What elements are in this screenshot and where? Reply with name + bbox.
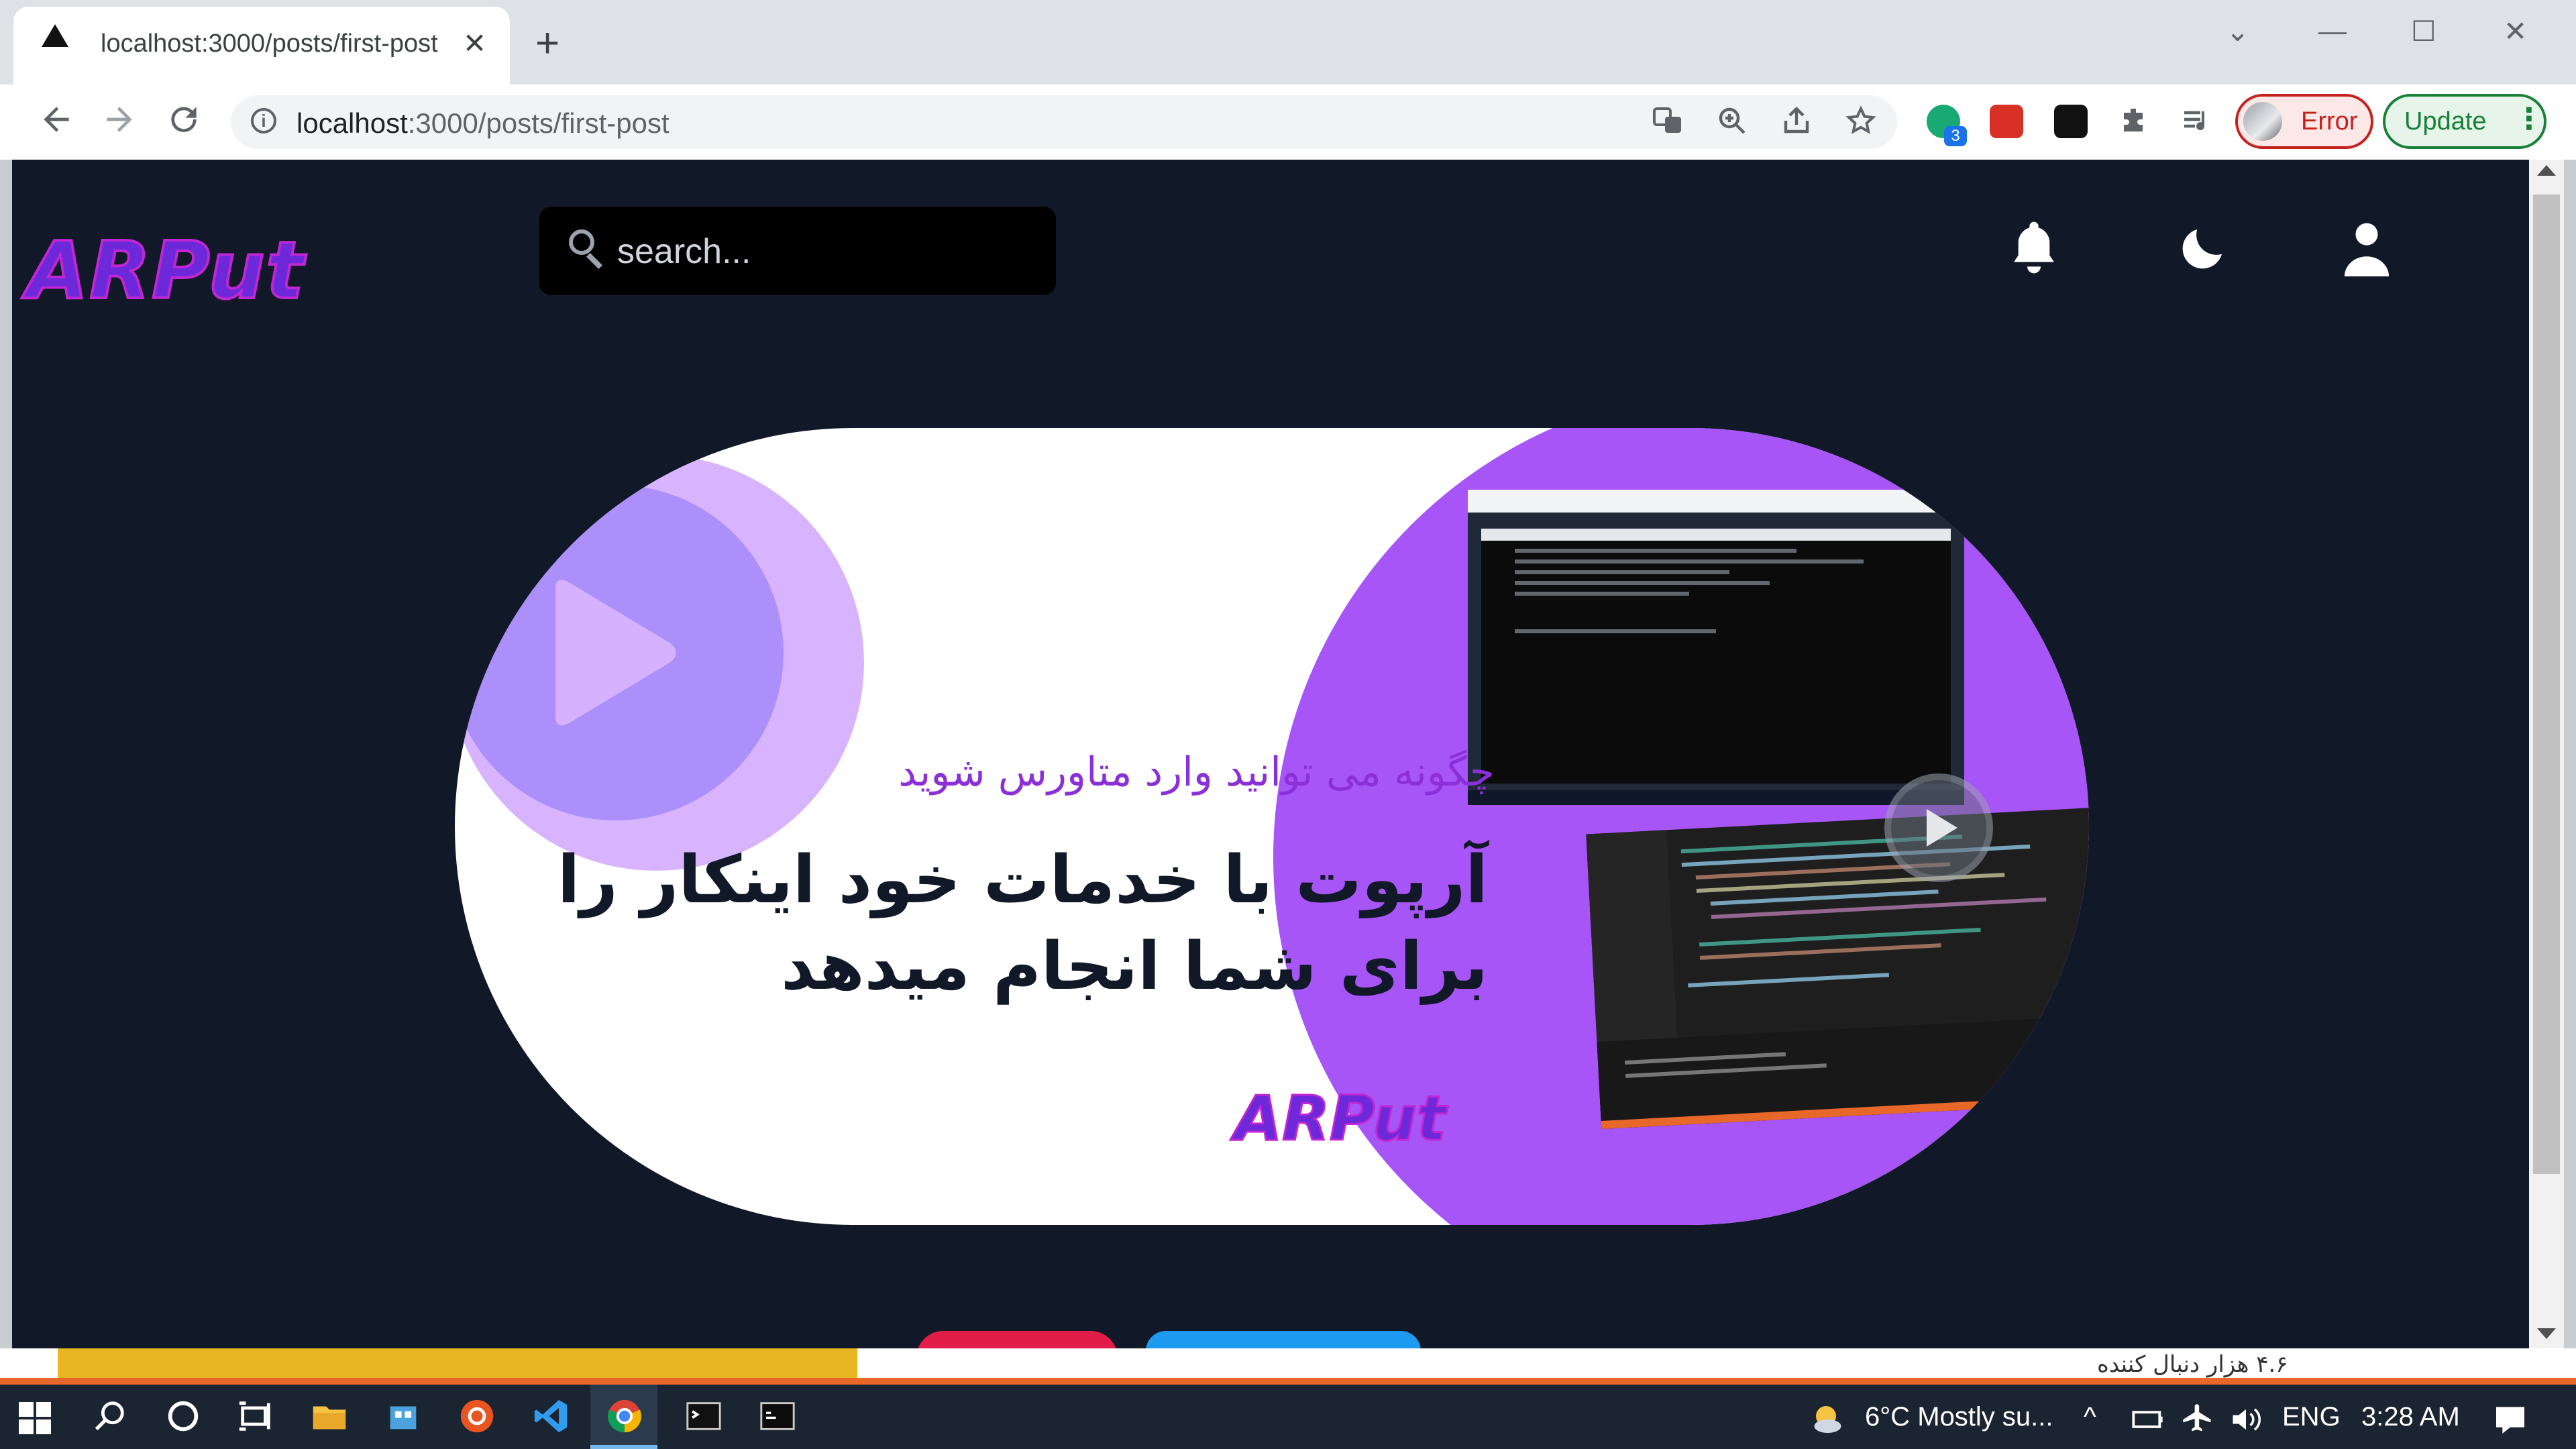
weather-icon[interactable]: [1806, 1399, 1846, 1443]
tab-search-icon[interactable]: ⌄: [2226, 15, 2249, 48]
translate-icon[interactable]: [1652, 105, 1684, 142]
weather-text[interactable]: 6°C Mostly su...: [1865, 1402, 2053, 1432]
moon-icon[interactable]: [2175, 220, 2231, 280]
url-path: :3000/posts/first-post: [407, 107, 669, 139]
tray-overflow-icon[interactable]: ^: [2084, 1402, 2096, 1432]
url-host: localhost: [297, 107, 408, 139]
scrollbar-thumb[interactable]: [2533, 195, 2560, 1174]
vscode-icon[interactable]: [531, 1397, 570, 1436]
airplane-mode-icon[interactable]: [2180, 1402, 2215, 1440]
maximize-icon[interactable]: ☐: [2411, 15, 2436, 48]
search-icon[interactable]: [90, 1397, 129, 1436]
bell-icon[interactable]: [2007, 217, 2061, 281]
clock[interactable]: 3:28 AM: [2361, 1402, 2460, 1432]
puzzle-icon[interactable]: [2118, 105, 2151, 142]
page-viewport: ARPut search... چگونه می توانید وارد متا…: [12, 160, 2529, 1348]
language-indicator[interactable]: ENG: [2282, 1402, 2341, 1432]
chrome-icon[interactable]: [605, 1397, 644, 1436]
search-input[interactable]: [616, 227, 1034, 276]
cortana-icon[interactable]: [164, 1397, 203, 1436]
info-icon[interactable]: i: [251, 108, 276, 133]
extension-badge: 3: [1944, 126, 1967, 146]
window-close-icon[interactable]: ✕: [2504, 15, 2527, 48]
zoom-icon[interactable]: [1716, 105, 1748, 142]
url-text[interactable]: localhost:3000/posts/first-post: [297, 107, 669, 140]
battery-icon[interactable]: [2131, 1405, 2165, 1438]
banner-headline: آرپوت با خدمات خود اینکار را برای شما ان…: [522, 837, 1488, 1011]
banner-subtitle: چگونه می توانید وارد متاورس شوید: [898, 749, 1495, 796]
new-tab-button[interactable]: +: [535, 23, 559, 64]
share-icon[interactable]: [1780, 105, 1813, 142]
back-icon[interactable]: [38, 101, 75, 145]
avatar: [2243, 102, 2282, 141]
tab-title: localhost:3000/posts/first-post: [101, 30, 438, 58]
terminal-icon[interactable]: [684, 1397, 723, 1436]
tab-close-icon[interactable]: ✕: [463, 27, 486, 60]
notification-icon[interactable]: [2491, 1401, 2529, 1442]
banner-headline-line-1: آرپوت با خدمات خود اینکار را: [557, 842, 1488, 918]
scroll-up-arrow-icon[interactable]: [2537, 165, 2556, 176]
background-window-border: [0, 1378, 2576, 1385]
scroll-down-arrow-icon[interactable]: [2537, 1328, 2556, 1339]
minimize-icon[interactable]: —: [2318, 15, 2347, 47]
user-icon[interactable]: [2340, 219, 2394, 280]
kebab-menu-icon[interactable]: ⋮: [2514, 102, 2544, 136]
search-icon: [569, 229, 594, 255]
volume-icon[interactable]: [2229, 1402, 2263, 1440]
site-logo[interactable]: ARPut: [25, 223, 305, 318]
store-icon[interactable]: [384, 1397, 423, 1436]
ubuntu-icon[interactable]: [458, 1397, 496, 1436]
windows-start-icon[interactable]: [19, 1402, 51, 1434]
banner-logo: ARPut: [1234, 1082, 1448, 1156]
file-explorer-icon[interactable]: [310, 1397, 349, 1436]
media-icon[interactable]: [2180, 105, 2212, 142]
react-devtools-extension-icon[interactable]: [1990, 105, 2023, 138]
banner-headline-line-2: برای شما انجام میدهد: [781, 928, 1488, 1006]
star-icon[interactable]: [1845, 105, 1877, 142]
profile-error-label: Error: [2301, 107, 2358, 136]
task-view-icon[interactable]: [236, 1397, 275, 1436]
forward-icon[interactable]: [101, 101, 138, 145]
astar-extension-icon[interactable]: [2054, 105, 2088, 138]
taskbar-active-indicator: [590, 1445, 657, 1449]
follower-count: ۴.۶ هزار دنبال کننده: [2097, 1351, 2288, 1378]
pink-action-button[interactable]: [916, 1331, 1118, 1348]
reload-icon[interactable]: [165, 101, 203, 145]
vercel-favicon-icon: [42, 24, 68, 47]
blue-action-button[interactable]: [1146, 1331, 1421, 1348]
cmd-icon[interactable]: [758, 1397, 797, 1436]
update-label: Update: [2404, 107, 2487, 136]
